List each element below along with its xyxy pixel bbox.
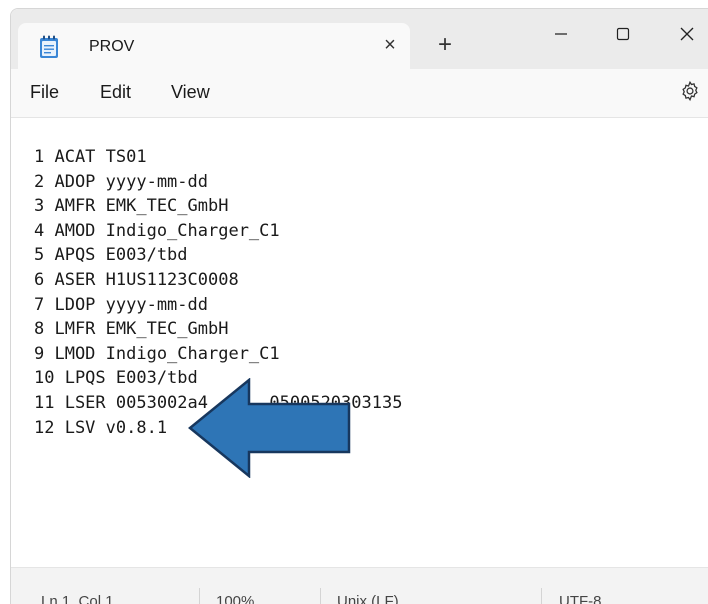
tab-title: PROV [89, 38, 135, 55]
maximize-icon [616, 27, 630, 41]
editor-line: 7 LDOP yyyy-mm-dd [34, 294, 208, 315]
status-zoom[interactable]: 100% [216, 593, 254, 604]
status-divider [320, 588, 321, 604]
status-cursor-position[interactable]: Ln 1, Col 1 [41, 593, 114, 604]
status-encoding[interactable]: UTF-8 [559, 593, 602, 604]
status-divider [541, 588, 542, 604]
arrow-left-icon [188, 378, 351, 478]
menu-edit[interactable]: Edit [100, 82, 131, 103]
editor-line: 9 LMOD Indigo_Charger_C1 [34, 343, 280, 364]
close-icon [680, 27, 694, 41]
minimize-icon [555, 33, 567, 35]
tab-prov[interactable]: PROV × [18, 23, 410, 69]
editor-line: 2 ADOP yyyy-mm-dd [34, 171, 208, 192]
close-button[interactable] [665, 19, 708, 49]
settings-gear-icon[interactable] [679, 80, 701, 102]
notepad-window: PROV × + File Edit View 1 ACAT TS01 2 AD… [10, 8, 708, 604]
menu-file[interactable]: File [30, 82, 59, 103]
editor-line: 1 ACAT TS01 [34, 147, 147, 167]
tab-close-button[interactable]: × [378, 33, 402, 57]
text-editor-area[interactable]: 1 ACAT TS01 2 ADOP yyyy-mm-dd 3 AMFR EMK_T… [11, 118, 708, 567]
menu-bar: File Edit View [11, 69, 708, 118]
status-line-ending[interactable]: Unix (LF) [337, 593, 399, 604]
editor-line: 4 AMOD Indigo_Charger_C1 [34, 220, 280, 241]
maximize-button[interactable] [601, 19, 645, 49]
editor-line: 3 AMFR EMK_TEC_GmbH [34, 196, 229, 217]
menu-view[interactable]: View [171, 82, 210, 103]
status-bar: Ln 1, Col 1 100% Unix (LF) UTF-8 [11, 567, 708, 604]
editor-line: 5 APQS E003/tbd [34, 245, 188, 266]
editor-line: 8 LMFR EMK_TEC_GmbH [34, 319, 229, 340]
status-divider [199, 588, 200, 604]
minimize-button[interactable] [539, 19, 583, 49]
notepad-icon [40, 35, 58, 58]
title-bar: PROV × + [11, 9, 708, 69]
new-tab-button[interactable]: + [433, 33, 457, 57]
editor-line: 6 ASER H1US1123C0008 [34, 269, 239, 290]
